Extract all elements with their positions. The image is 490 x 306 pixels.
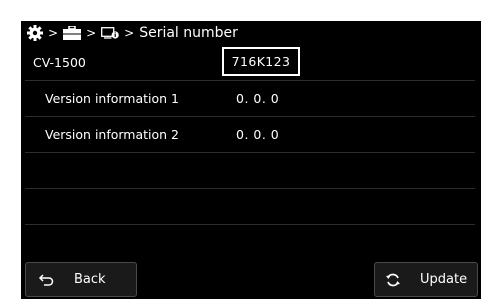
version-2-label: Version information 2 xyxy=(45,127,180,142)
version-1-label: Version information 1 xyxy=(45,91,180,106)
back-button[interactable]: Back xyxy=(25,262,137,297)
screen: > > > Serial number CV-1500 716K123 Vers… xyxy=(21,21,481,299)
empty-row xyxy=(25,153,475,189)
back-label: Back xyxy=(74,272,106,287)
toolbox-icon xyxy=(63,26,82,40)
version-1-value: 0. 0. 0 xyxy=(236,91,280,106)
breadcrumb-separator: > xyxy=(124,26,135,40)
refresh-icon xyxy=(385,272,401,288)
update-label: Update xyxy=(420,272,468,287)
empty-row xyxy=(25,225,475,260)
breadcrumb-separator: > xyxy=(48,26,59,40)
list-item: Version information 1 0. 0. 0 xyxy=(25,81,475,117)
list-item: Version information 2 0. 0. 0 xyxy=(25,117,475,153)
breadcrumb-current: Serial number xyxy=(139,25,238,41)
model-row: CV-1500 716K123 xyxy=(25,45,475,81)
empty-row xyxy=(25,189,475,225)
device-info-icon xyxy=(101,27,119,39)
model-name: CV-1500 xyxy=(33,55,86,70)
back-arrow-icon xyxy=(38,273,54,287)
update-button[interactable]: Update xyxy=(374,262,478,297)
version-2-value: 0. 0. 0 xyxy=(236,127,280,142)
breadcrumb: > > > Serial number xyxy=(21,21,481,45)
gear-icon xyxy=(27,25,43,41)
breadcrumb-separator: > xyxy=(86,26,97,40)
serial-number-field[interactable]: 716K123 xyxy=(222,47,300,76)
